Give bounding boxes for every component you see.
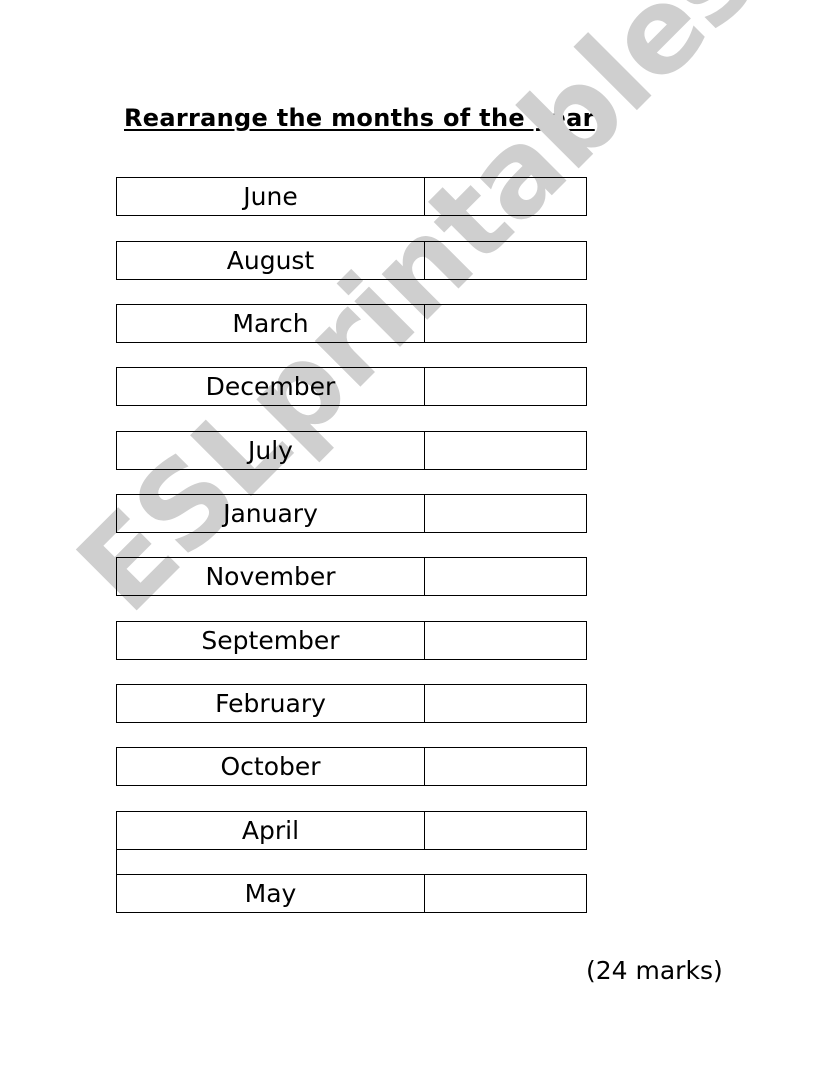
answer-box[interactable] [425,242,586,279]
month-row: December [116,367,587,406]
table-connector-line [116,850,117,875]
month-label: April [117,812,425,849]
month-row: May [116,874,587,913]
month-label: August [117,242,425,279]
month-row: June [116,177,587,216]
month-label: May [117,875,425,912]
answer-box[interactable] [425,495,586,532]
month-row: April [116,811,587,850]
month-label: September [117,622,425,659]
month-label: November [117,558,425,595]
month-label: October [117,748,425,785]
answer-box[interactable] [425,305,586,342]
answer-box[interactable] [425,622,586,659]
month-row: November [116,557,587,596]
answer-box[interactable] [425,812,586,849]
month-label: December [117,368,425,405]
month-label: February [117,685,425,722]
answer-box[interactable] [425,432,586,469]
month-row: March [116,304,587,343]
month-label: July [117,432,425,469]
answer-box[interactable] [425,368,586,405]
month-label: June [117,178,425,215]
answer-box[interactable] [425,178,586,215]
month-row: August [116,241,587,280]
answer-box[interactable] [425,748,586,785]
month-row: January [116,494,587,533]
month-label: March [117,305,425,342]
month-row: September [116,621,587,660]
marks-label: (24 marks) [586,956,723,985]
answer-box[interactable] [425,685,586,722]
month-row: July [116,431,587,470]
month-row: October [116,747,587,786]
month-label: January [117,495,425,532]
month-row: February [116,684,587,723]
answer-box[interactable] [425,558,586,595]
answer-box[interactable] [425,875,586,912]
